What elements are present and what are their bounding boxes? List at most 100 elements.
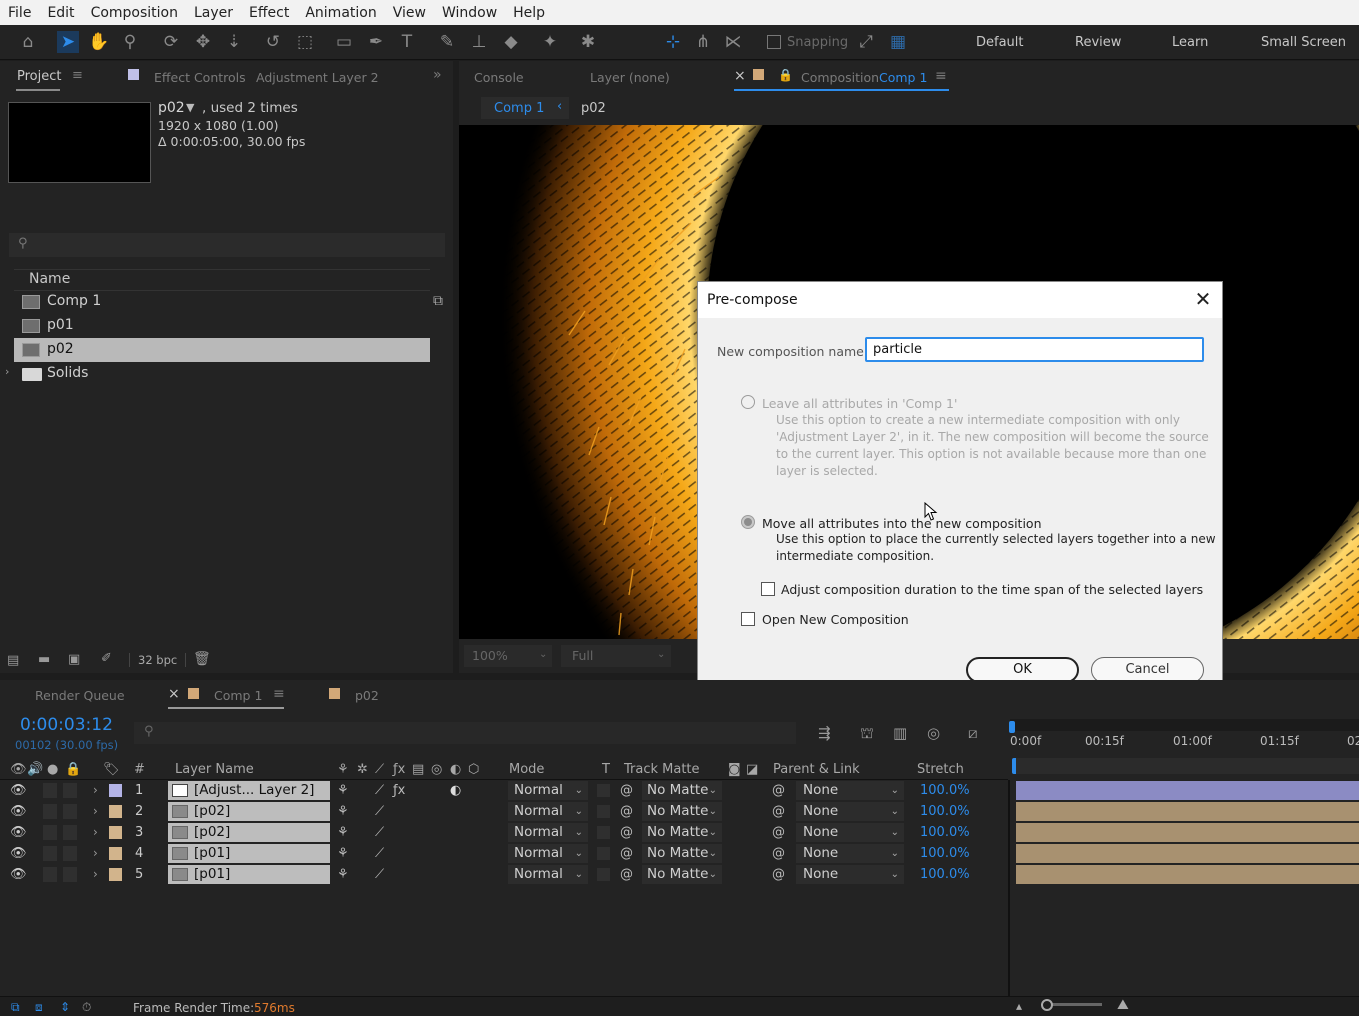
motion-blur-icon[interactable]: ◎ xyxy=(927,724,940,742)
menu-window[interactable]: Window xyxy=(434,5,505,21)
align-world-axis-icon[interactable]: ⋔ xyxy=(692,31,714,53)
zoom-out-icon[interactable]: ▴ xyxy=(1016,999,1022,1013)
layer-name[interactable]: [p01] xyxy=(168,844,330,863)
label-color-swatch[interactable] xyxy=(109,847,122,860)
layer-row[interactable]: 👁 › 4 [p01] ⚘ ⟋ Normal ⌄ @ No Matte ⌄ @ None ⌄ 100.0% xyxy=(0,843,1008,864)
layer-duration-bar[interactable] xyxy=(1016,781,1359,800)
matte-icon[interactable]: ◙ xyxy=(728,762,741,777)
preserve-transparency-toggle[interactable] xyxy=(597,847,610,860)
layer-row[interactable]: 👁 › 1 [Adjust... Layer 2] ⚘ ⟋ ƒx ◐ Normal ⌄ @ No Ma… xyxy=(0,780,1008,801)
shy-icon[interactable]: ⚘ xyxy=(337,822,349,843)
lock-icon[interactable]: 🔒 xyxy=(65,762,81,777)
menu-composition[interactable]: Composition xyxy=(83,5,186,21)
breadcrumb-p02[interactable]: p02 xyxy=(581,101,606,116)
move-attributes-radio[interactable] xyxy=(741,515,755,529)
stretch-value[interactable]: 100.0% xyxy=(920,780,970,801)
new-composition-icon[interactable]: ▣ xyxy=(68,652,80,667)
parent-pickwhip-icon[interactable]: @ xyxy=(772,864,785,885)
lock-toggle[interactable] xyxy=(63,846,77,861)
parent-dropdown[interactable]: None ⌄ xyxy=(796,844,904,863)
workspace-default[interactable]: Default xyxy=(976,35,1024,50)
header-track-matte[interactable]: Track Matte xyxy=(624,762,700,777)
layer-duration-bar[interactable] xyxy=(1016,802,1359,821)
eraser-tool-icon[interactable]: ◆ xyxy=(500,31,522,53)
label-color-swatch[interactable] xyxy=(109,868,122,881)
eye-icon[interactable]: 👁 xyxy=(10,780,27,801)
fx-icon[interactable]: ƒx xyxy=(393,762,405,777)
tab-comp-1[interactable]: Comp 1 xyxy=(214,688,262,703)
header-num[interactable]: # xyxy=(134,762,145,777)
layer-name[interactable]: [p01] xyxy=(168,865,330,884)
puppet-tool-icon[interactable]: ✱ xyxy=(577,31,599,53)
leave-attributes-radio[interactable] xyxy=(741,395,755,409)
menu-file[interactable]: File xyxy=(0,5,39,21)
type-tool-icon[interactable]: T xyxy=(396,31,418,53)
label-color-swatch[interactable] xyxy=(109,784,122,797)
open-new-composition-checkbox[interactable] xyxy=(741,612,755,626)
bit-depth-button[interactable]: 32 bpc xyxy=(129,653,187,667)
parent-pickwhip-icon[interactable]: @ xyxy=(772,801,785,822)
track-matte-dropdown[interactable]: No Matte ⌄ xyxy=(642,781,722,800)
layer-name[interactable]: [Adjust... Layer 2] xyxy=(168,781,330,800)
blend-mode-dropdown[interactable]: Normal ⌄ xyxy=(508,781,588,800)
eye-icon[interactable]: 👁 xyxy=(10,801,27,822)
parent-dropdown[interactable]: None ⌄ xyxy=(796,823,904,842)
ruler-track[interactable] xyxy=(1016,758,1359,774)
tab-project[interactable]: Project xyxy=(17,69,61,84)
zoom-tool-icon[interactable]: ⚲ xyxy=(119,31,141,53)
chevron-right-icon[interactable]: › xyxy=(93,801,98,822)
zoom-dropdown[interactable]: 100% ⌄ xyxy=(464,645,552,667)
collapse-icon[interactable]: ✲ xyxy=(357,762,368,777)
lock-toggle[interactable] xyxy=(63,867,77,882)
menu-help[interactable]: Help xyxy=(505,5,553,21)
parent-pickwhip-icon[interactable]: @ xyxy=(772,780,785,801)
layer-row[interactable]: 👁 › 2 [p02] ⚘ ⟋ Normal ⌄ @ No Matte ⌄ @ None ⌄ 100.0% xyxy=(0,801,1008,822)
flowchart-icon[interactable]: ⧉ xyxy=(433,293,443,309)
comp-flowchart-icon[interactable]: ⇶ xyxy=(818,724,831,742)
panel-menu-icon[interactable]: ≡ xyxy=(273,686,285,702)
rotate-tool-icon[interactable]: ↺ xyxy=(262,31,284,53)
solo-toggle[interactable] xyxy=(43,783,57,798)
matte-pickwhip-icon[interactable]: @ xyxy=(620,822,633,843)
fx-icon[interactable]: ƒx xyxy=(393,780,405,801)
workspace-learn[interactable]: Learn xyxy=(1172,35,1208,50)
close-icon[interactable]: × xyxy=(168,686,180,702)
roto-brush-icon[interactable]: ✦ xyxy=(539,31,561,53)
project-item-p02[interactable]: p02 xyxy=(14,338,430,362)
solo-toggle[interactable] xyxy=(43,846,57,861)
header-mode[interactable]: Mode xyxy=(509,762,544,777)
new-folder-icon[interactable]: ▬ xyxy=(38,652,50,667)
snap-options-icon[interactable]: ⤢ xyxy=(855,31,877,53)
label-tag-icon[interactable]: 🏷 xyxy=(103,762,120,777)
in-out-icon[interactable]: ⇕ xyxy=(60,1000,70,1014)
adjust-settings-icon[interactable]: ✐ xyxy=(101,651,112,666)
adjustment-icon[interactable]: ◐ xyxy=(450,762,461,777)
eye-icon[interactable]: 👁 xyxy=(10,822,27,843)
layer-row[interactable]: 👁 › 3 [p02] ⚘ ⟋ Normal ⌄ @ No Matte ⌄ @ None ⌄ 100.0% xyxy=(0,822,1008,843)
render-time-icon[interactable]: ⏱ xyxy=(82,1000,91,1015)
interpret-footage-icon[interactable]: ▤ xyxy=(7,653,19,668)
audio-icon[interactable]: 🔊 xyxy=(27,762,43,777)
menu-view[interactable]: View xyxy=(385,5,434,21)
parent-dropdown[interactable]: None ⌄ xyxy=(796,781,904,800)
parent-dropdown[interactable]: None ⌄ xyxy=(796,865,904,884)
layer-switches-icon[interactable]: ⧉ xyxy=(11,1000,20,1015)
layer-duration-bar[interactable] xyxy=(1016,844,1359,863)
panel-menu-icon[interactable]: ≡ xyxy=(72,68,83,83)
tab-console[interactable]: Console xyxy=(474,70,524,85)
parent-pickwhip-icon[interactable]: @ xyxy=(772,843,785,864)
stretch-value[interactable]: 100.0% xyxy=(920,822,970,843)
tab-layer[interactable]: Layer (none) xyxy=(590,70,670,85)
layer-name[interactable]: [p02] xyxy=(168,802,330,821)
layer-duration-bar[interactable] xyxy=(1016,865,1359,884)
frame-blending-icon[interactable]: ▥ xyxy=(893,724,907,742)
stretch-value[interactable]: 100.0% xyxy=(920,801,970,822)
transfer-controls-icon[interactable]: ⧈ xyxy=(35,1000,43,1015)
quality-icon[interactable]: ⟋ xyxy=(375,843,384,864)
rectangle-tool-icon[interactable]: ▭ xyxy=(333,31,355,53)
menu-animation[interactable]: Animation xyxy=(297,5,384,21)
eye-icon[interactable]: 👁 xyxy=(10,864,27,885)
label-color-swatch[interactable] xyxy=(109,805,122,818)
work-area-bar[interactable] xyxy=(1010,719,1359,731)
zoom-slider-handle[interactable] xyxy=(1041,999,1053,1011)
